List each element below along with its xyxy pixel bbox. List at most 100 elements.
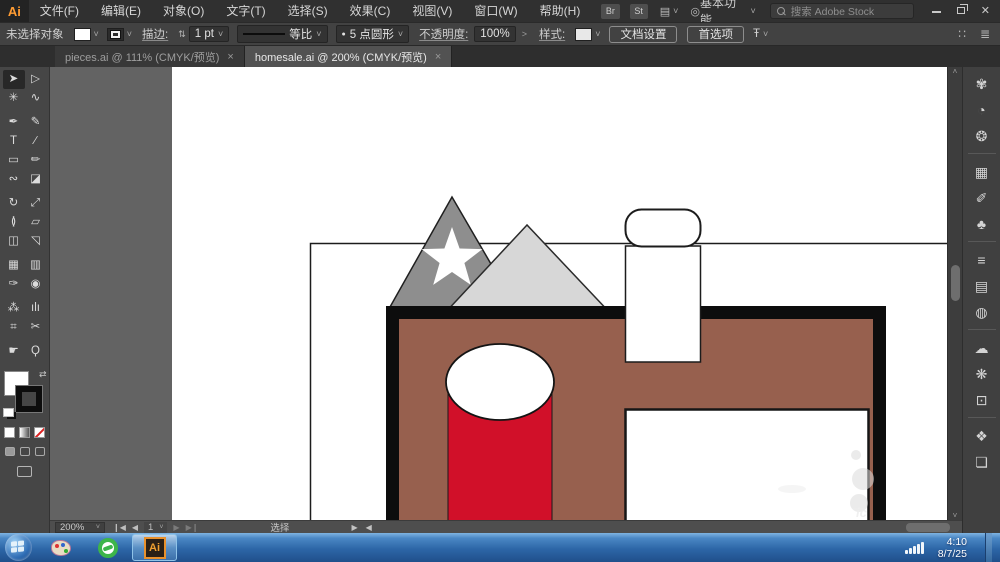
tab-close-icon[interactable]: × xyxy=(435,51,441,63)
previous-artboard-button[interactable]: ◀ xyxy=(132,523,138,532)
opacity-expand-icon[interactable]: > xyxy=(522,29,527,39)
stock-icon[interactable]: St xyxy=(630,4,648,19)
white-door-rectangle[interactable] xyxy=(626,410,869,521)
artboards-icon[interactable]: ❏ xyxy=(965,449,999,475)
share-icon[interactable]: ◎ xyxy=(690,5,700,18)
gradient-button[interactable] xyxy=(19,427,30,438)
fill-stroke-indicator[interactable]: ⇄ xyxy=(3,369,47,417)
menu-help[interactable]: 帮助(H) xyxy=(529,0,592,22)
symbol-sprayer-tool[interactable]: ⁂ xyxy=(3,299,25,318)
menu-effect[interactable]: 效果(C) xyxy=(339,0,402,22)
gradient-tool[interactable]: ▥ xyxy=(25,256,47,275)
symbols-icon[interactable]: ♣ xyxy=(965,211,999,237)
color-panel-icon[interactable]: ✾ xyxy=(965,71,999,97)
stroke-weight-field[interactable]: 1 pt ˅ xyxy=(189,26,229,42)
restore-button[interactable] xyxy=(957,0,965,22)
opacity-field[interactable]: 100% xyxy=(474,26,515,42)
zoom-level-field[interactable]: 200% ˅ xyxy=(55,522,105,533)
rounded-rectangle-cap[interactable] xyxy=(626,210,701,247)
bridge-icon[interactable]: Br xyxy=(601,4,619,19)
stroke-color-box[interactable] xyxy=(16,386,42,412)
chimney-rectangle[interactable] xyxy=(626,246,701,362)
fill-swatch[interactable] xyxy=(74,28,91,41)
swap-fill-stroke-icon[interactable]: ⇄ xyxy=(39,369,47,380)
style-swatch[interactable] xyxy=(575,28,592,41)
mesh-tool[interactable]: ▦ xyxy=(3,256,25,275)
transparency-icon[interactable]: ◍ xyxy=(965,299,999,325)
rectangle-tool[interactable]: ▭ xyxy=(3,151,25,170)
fill-color-control[interactable]: ˅ xyxy=(74,28,99,41)
scroll-right-icon[interactable]: ▶ xyxy=(351,523,357,532)
curvature-tool[interactable]: ✎ xyxy=(25,113,47,132)
canvas[interactable] xyxy=(50,67,947,520)
type-tool[interactable]: T xyxy=(3,132,25,151)
artboard-number-field[interactable]: 1 ˅ xyxy=(144,522,167,533)
horizontal-scrollbar[interactable] xyxy=(382,521,962,534)
color-guide-icon[interactable]: ◔ xyxy=(965,97,999,123)
next-artboard-button[interactable]: ▶ xyxy=(173,523,179,532)
none-button[interactable] xyxy=(34,427,45,438)
color-themes-icon[interactable]: ❋ xyxy=(965,361,999,387)
cc-libraries-icon[interactable]: ☁ xyxy=(965,335,999,361)
rotate-tool[interactable]: ↻ xyxy=(3,194,25,213)
stroke-stepper[interactable]: ⇅ xyxy=(178,29,186,40)
paintbrush-tool[interactable]: ✏ xyxy=(25,151,47,170)
color-button[interactable] xyxy=(4,427,15,438)
zoom-tool[interactable]: Ϙ xyxy=(25,342,47,361)
arrange-documents-icon[interactable]: ▤ ˅ xyxy=(660,5,679,18)
style-label[interactable]: 样式: xyxy=(539,26,565,42)
panel-menu-icon[interactable]: ≣ xyxy=(980,27,990,41)
scroll-up-icon[interactable]: ˄ xyxy=(953,67,958,76)
taskbar-clock[interactable]: 4:10 8/7/25 xyxy=(938,536,967,560)
chevron-down-icon[interactable]: ˅ xyxy=(316,29,321,39)
search-input[interactable]: 搜索 Adobe Stock xyxy=(770,3,914,19)
taskbar-browser-button[interactable] xyxy=(85,534,130,561)
direct-selection-tool[interactable]: ▷ xyxy=(25,70,47,89)
default-fill-stroke-icon[interactable] xyxy=(3,408,14,417)
scale-tool[interactable]: ⤢ xyxy=(25,194,47,213)
taskbar-paint-button[interactable] xyxy=(38,534,83,561)
dock-grid-icon[interactable]: ∷ xyxy=(958,27,966,41)
scroll-left-icon[interactable]: ◀ xyxy=(366,523,372,532)
style-control[interactable]: ˅ xyxy=(575,28,600,41)
chevron-down-icon[interactable]: ˅ xyxy=(127,29,132,39)
chevron-down-icon[interactable]: ˅ xyxy=(218,29,223,39)
opacity-label[interactable]: 不透明度: xyxy=(419,26,468,42)
lasso-tool[interactable]: ∿ xyxy=(25,89,47,108)
menu-view[interactable]: 视图(V) xyxy=(401,0,463,22)
horizontal-scroll-thumb[interactable] xyxy=(906,523,950,532)
slice-tool[interactable]: ✂ xyxy=(25,318,47,337)
pen-tool[interactable]: ✒ xyxy=(3,113,25,132)
hand-tool[interactable]: ☛ xyxy=(3,342,25,361)
chevron-down-icon[interactable]: ˅ xyxy=(595,29,600,39)
stroke-icon[interactable]: ≡ xyxy=(965,247,999,273)
draw-behind-mode[interactable] xyxy=(20,447,30,456)
stroke-swatch[interactable] xyxy=(107,28,124,41)
menu-window[interactable]: 窗口(W) xyxy=(463,0,528,22)
tab-homesale[interactable]: homesale.ai @ 200% (CMYK/预览) × xyxy=(245,46,452,67)
magic-wand-tool[interactable]: ✳ xyxy=(3,89,25,108)
swatches-icon[interactable]: ▦ xyxy=(965,159,999,185)
draw-normal-mode[interactable] xyxy=(5,447,15,456)
menu-select[interactable]: 选择(S) xyxy=(277,0,339,22)
close-button[interactable]: ✕ xyxy=(981,0,990,22)
menu-object[interactable]: 对象(O) xyxy=(152,0,215,22)
network-icon[interactable] xyxy=(905,542,924,554)
blend-tool[interactable]: ◉ xyxy=(25,275,47,294)
layers-icon[interactable]: ❖ xyxy=(965,423,999,449)
eraser-tool[interactable]: ◪ xyxy=(25,170,47,189)
artwork[interactable] xyxy=(50,67,947,520)
last-artboard-button[interactable]: ▶❙ xyxy=(186,523,199,532)
free-transform-tool[interactable]: ▱ xyxy=(25,213,47,232)
shaper-tool[interactable]: ∾ xyxy=(3,170,25,189)
first-artboard-button[interactable]: ❙◀ xyxy=(113,523,126,532)
brush-select[interactable]: ● 5 点圆形 ˅ xyxy=(336,25,410,43)
taskbar-illustrator-button[interactable]: Ai xyxy=(132,534,177,561)
white-ellipse[interactable] xyxy=(446,344,554,420)
stroke-color-control[interactable]: ˅ xyxy=(107,28,132,41)
width-tool[interactable]: ≬ xyxy=(3,213,25,232)
show-desktop-button[interactable] xyxy=(985,533,992,562)
tab-close-icon[interactable]: × xyxy=(227,51,233,63)
menu-edit[interactable]: 编辑(E) xyxy=(90,0,152,22)
stroke-label[interactable]: 描边: xyxy=(142,26,168,42)
